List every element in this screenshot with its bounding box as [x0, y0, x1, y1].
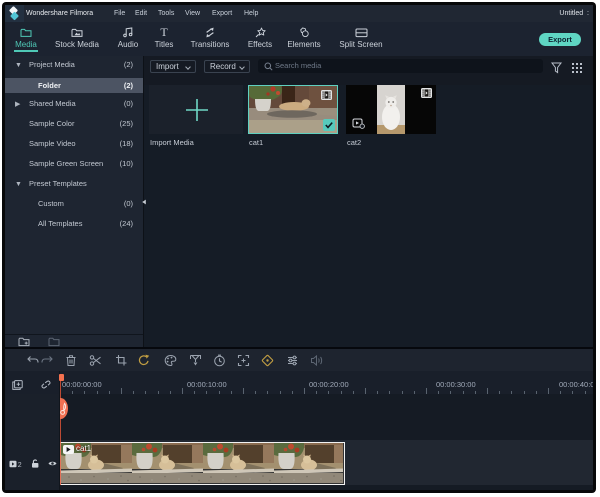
svg-text:2: 2 — [18, 462, 22, 468]
